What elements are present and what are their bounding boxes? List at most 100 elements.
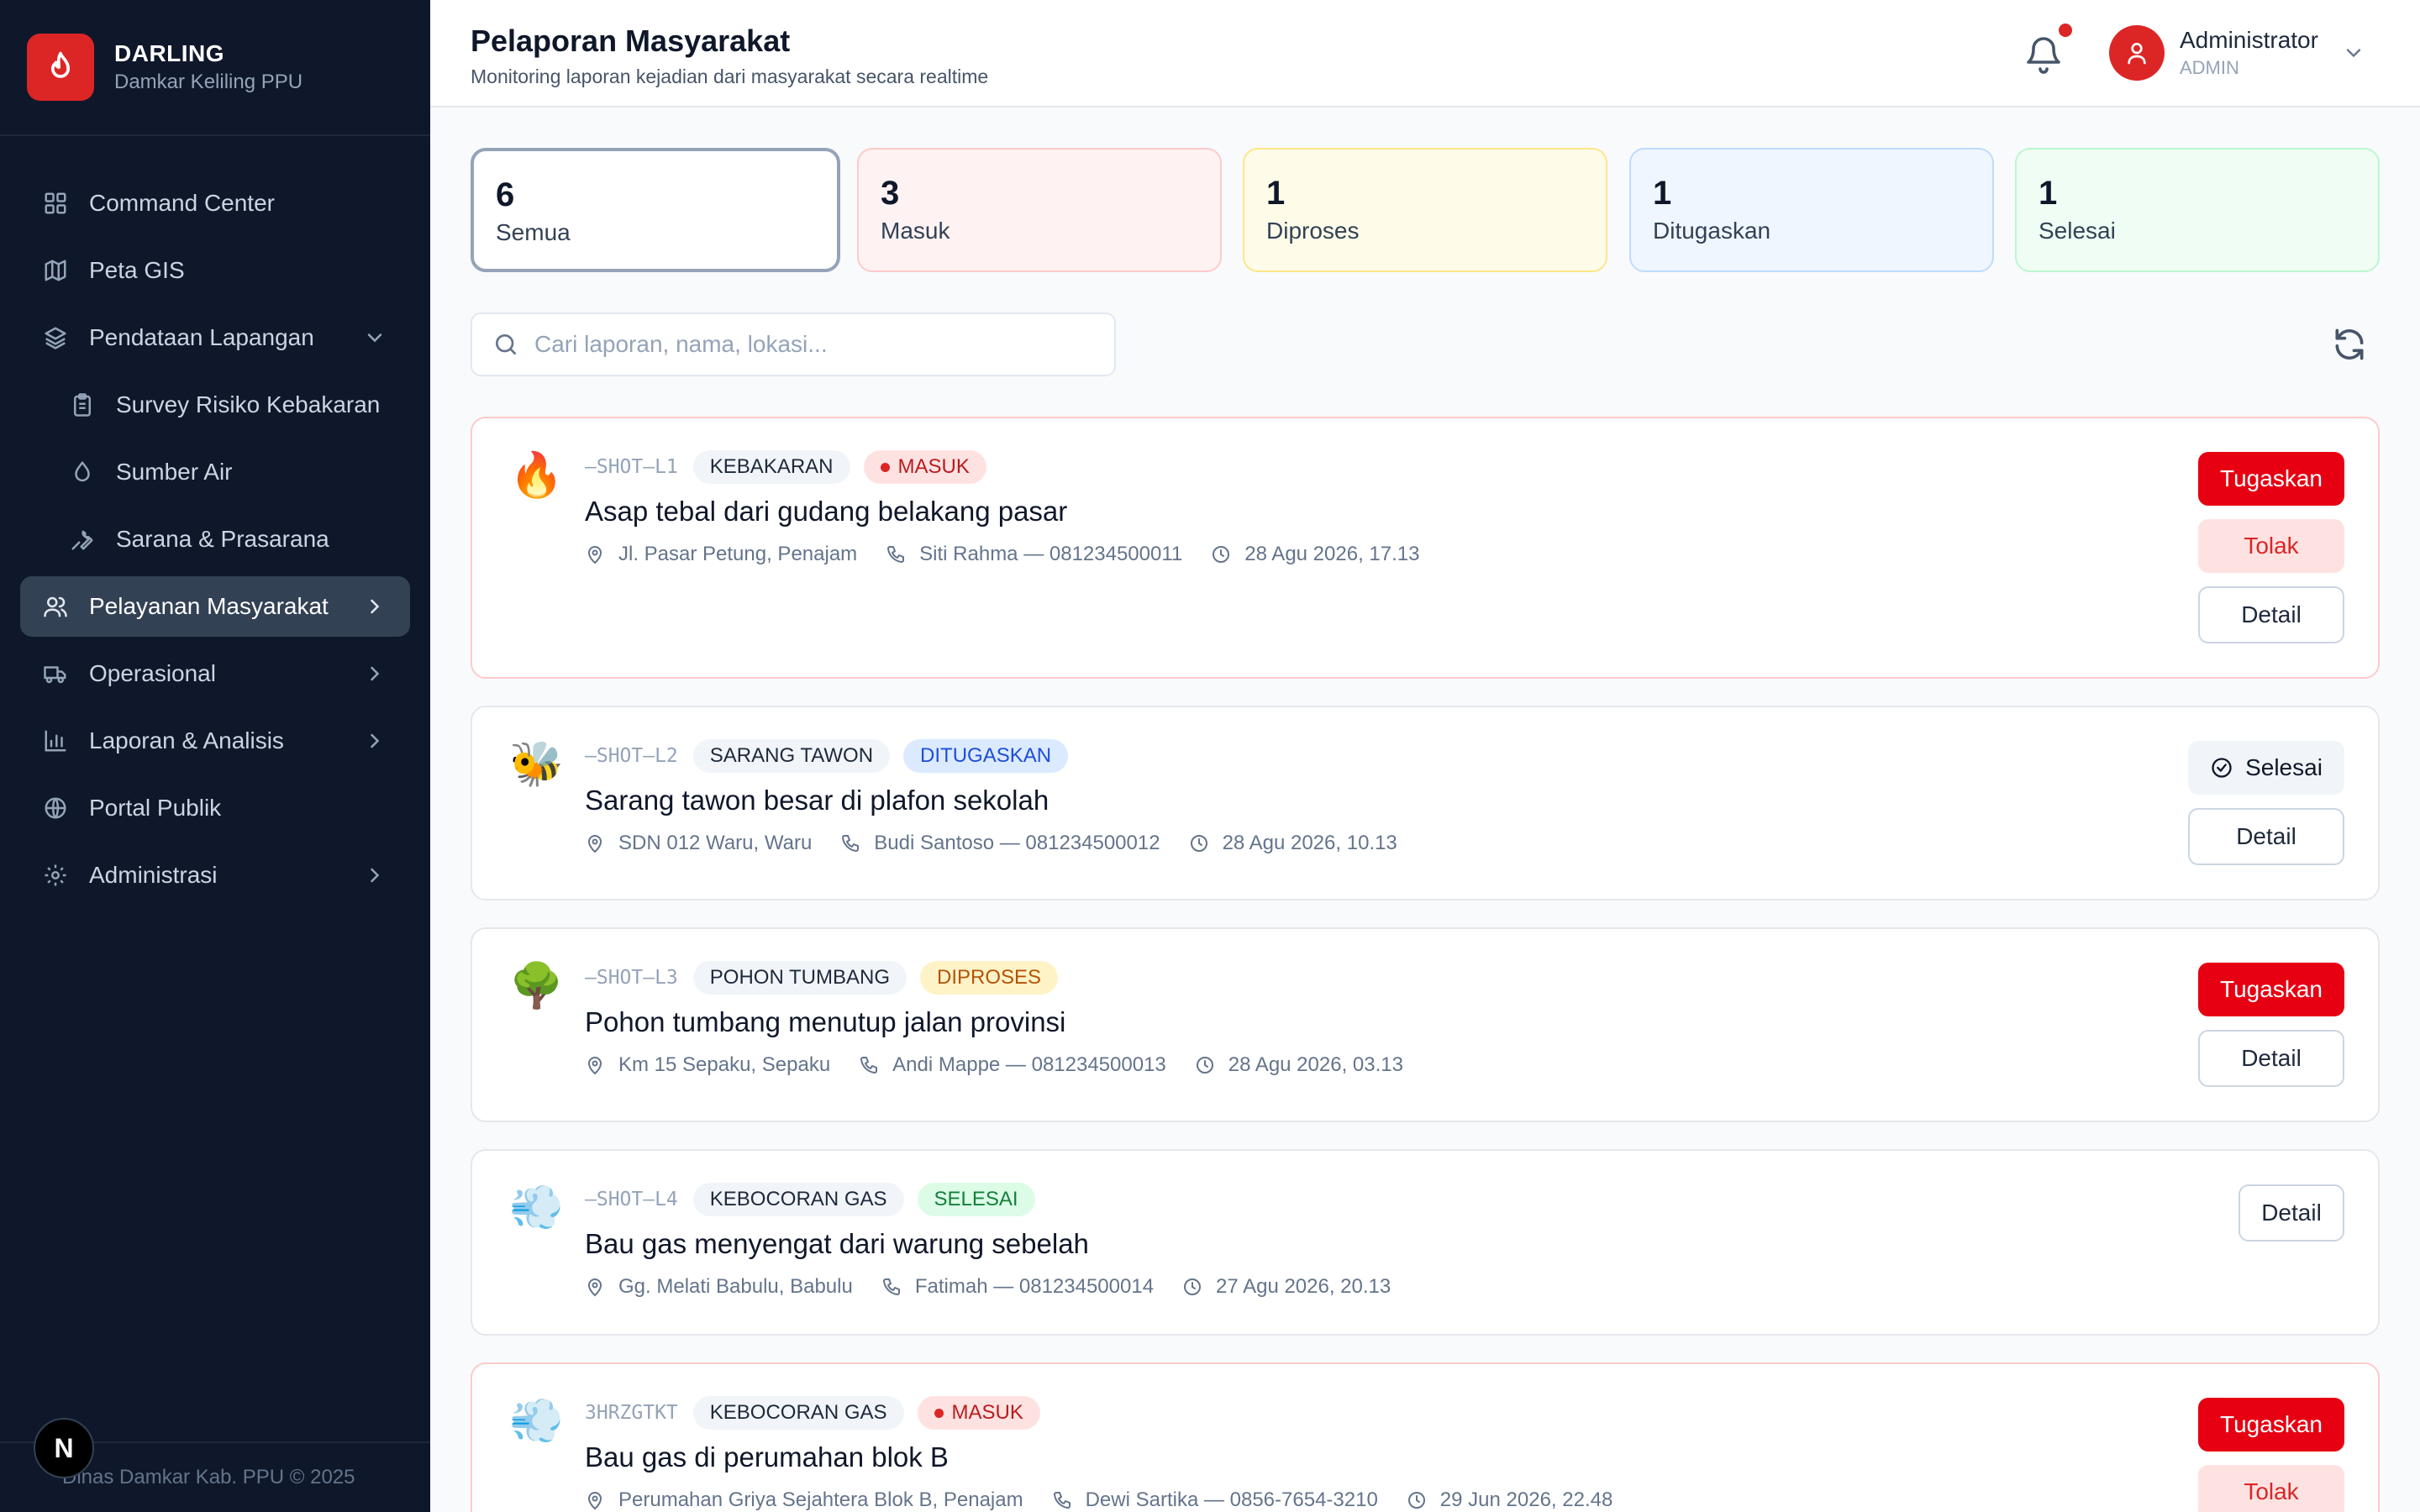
user-role: ADMIN [2180, 57, 2239, 78]
sidebar-item-label: Sumber Air [116, 459, 233, 485]
wrench-icon [69, 526, 96, 553]
bee-icon: 🐝 [509, 740, 564, 789]
clock-icon [1196, 1057, 1213, 1074]
stat-label: Diproses [1266, 218, 1360, 244]
user-name: Administrator [2180, 27, 2318, 53]
detail-button[interactable]: Detail [2198, 1030, 2344, 1087]
status-badge: MASUK [863, 450, 986, 484]
droplet-icon [69, 459, 96, 486]
search-box[interactable] [471, 312, 1116, 376]
bell-icon[interactable] [2023, 34, 2064, 74]
clock-icon [1184, 1278, 1202, 1295]
sidebar-item-survey-risiko[interactable]: Survey Risiko Kebakaran [20, 375, 410, 435]
sidebar-item-laporan-analisis[interactable]: Laporan & Analisis [20, 711, 410, 771]
sidebar-nav: Command Center Peta GIS Pendataan Lapang… [0, 136, 430, 906]
report-contact: Andi Mappe — 081234500013 [892, 1053, 1166, 1076]
page-title: Pelaporan Masyarakat [471, 24, 791, 58]
detail-button[interactable]: Detail [2238, 1184, 2344, 1242]
stat-label: Semua [496, 219, 571, 245]
report-contact: Fatimah — 081234500014 [914, 1275, 1155, 1298]
top-header: Pelaporan Masyarakat Monitoring laporan … [430, 0, 2420, 108]
assign-button[interactable]: Tugaskan [2198, 1398, 2344, 1452]
search-input[interactable] [534, 331, 1089, 358]
gas-cloud-icon: 💨 [509, 1397, 564, 1446]
map-pin-icon [587, 1057, 602, 1075]
globe-icon [42, 795, 69, 822]
stat-card-selesai[interactable]: 1 Selesai [2015, 148, 2380, 272]
report-card: 🔥 —SHOT—L1 KEBAKARAN MASUK Asap tebal da… [471, 417, 2380, 679]
detail-button[interactable]: Detail [2198, 586, 2344, 643]
stat-card-ditugaskan[interactable]: 1 Ditugaskan [1629, 148, 1994, 272]
stat-value: 1 [1266, 175, 1286, 212]
refresh-icon[interactable] [2331, 326, 2368, 363]
report-time: 28 Agu 2026, 10.13 [1222, 832, 1397, 854]
detail-button[interactable]: Detail [2188, 808, 2344, 865]
sidebar-item-peta-gis[interactable]: Peta GIS [20, 240, 410, 301]
sidebar-item-pendataan-lapangan[interactable]: Pendataan Lapangan [20, 307, 410, 368]
gas-cloud-icon: 💨 [509, 1184, 564, 1232]
stat-card-semua[interactable]: 6 Semua [471, 148, 840, 272]
report-card: 💨 —SHOT—L4 KEBOCORAN GAS SELESAI Bau gas… [471, 1149, 2380, 1336]
chevron-right-icon [371, 868, 380, 883]
sidebar-item-label: Pelayanan Masyarakat [89, 593, 329, 619]
map-pin-icon [587, 1492, 602, 1510]
fire-icon: 🔥 [509, 451, 564, 500]
stat-card-diproses[interactable]: 1 Diproses [1243, 148, 1607, 272]
sidebar: DARLING Damkar Keliling PPU Command Cent… [0, 0, 430, 1512]
sidebar-item-command-center[interactable]: Command Center [20, 173, 410, 234]
chevron-down-icon [2346, 49, 2361, 58]
status-text: MASUK [951, 1401, 1023, 1424]
user-avatar-icon [2109, 25, 2165, 81]
sidebar-item-sumber-air[interactable]: Sumber Air [20, 442, 410, 502]
layers-icon [42, 324, 69, 351]
report-code: 3HRZGTKT [585, 1402, 678, 1424]
dev-tools-button[interactable]: N [34, 1418, 94, 1478]
stat-value: 6 [496, 176, 515, 213]
sidebar-item-administrasi[interactable]: Administrasi [20, 845, 410, 906]
brand[interactable]: DARLING Damkar Keliling PPU [0, 0, 430, 136]
chevron-right-icon [371, 666, 380, 681]
complete-button[interactable]: Selesai [2188, 741, 2344, 795]
phone-icon [887, 546, 905, 563]
report-card: 🌳 —SHOT—L3 POHON TUMBANG DIPROSES Pohon … [471, 927, 2380, 1122]
map-pin-icon [587, 835, 602, 853]
sidebar-item-sarana-prasarana[interactable]: Sarana & Prasarana [20, 509, 410, 570]
sidebar-item-operasional[interactable]: Operasional [20, 643, 410, 704]
type-badge: KEBOCORAN GAS [692, 1396, 904, 1430]
report-time: 28 Agu 2026, 03.13 [1228, 1053, 1403, 1076]
assign-button[interactable]: Tugaskan [2198, 452, 2344, 506]
chevron-down-icon [367, 333, 382, 343]
user-menu[interactable]: Administrator ADMIN [2109, 25, 2365, 81]
type-badge: SARANG TAWON [692, 739, 891, 773]
stat-value: 3 [881, 175, 900, 212]
report-contact: Budi Santoso — 081234500012 [874, 832, 1160, 854]
notification-dot [2059, 24, 2072, 37]
report-location: Gg. Melati Babulu, Babulu [618, 1275, 853, 1298]
assign-button[interactable]: Tugaskan [2198, 963, 2344, 1016]
reject-button[interactable]: Tolak [2198, 519, 2344, 573]
stat-card-masuk[interactable]: 3 Masuk [857, 148, 1222, 272]
chevron-right-icon [371, 599, 380, 614]
sidebar-item-label: Command Center [89, 190, 275, 216]
phone-icon [860, 1057, 878, 1074]
report-code: —SHOT—L1 [585, 456, 678, 478]
stat-value: 1 [1653, 175, 1672, 212]
truck-icon [42, 660, 69, 687]
map-pin-icon [587, 1278, 602, 1297]
report-title: Pohon tumbang menutup jalan provinsi [585, 1006, 1066, 1037]
tree-icon: 🌳 [509, 962, 564, 1011]
sidebar-item-label: Peta GIS [89, 257, 185, 283]
report-card: 💨 3HRZGTKT KEBOCORAN GAS MASUK Bau gas d… [471, 1362, 2380, 1512]
report-time: 28 Agu 2026, 17.13 [1244, 543, 1420, 565]
sidebar-item-label: Pendataan Lapangan [89, 324, 314, 350]
report-time: 27 Agu 2026, 20.13 [1216, 1275, 1392, 1298]
status-dot [934, 1408, 944, 1418]
sidebar-item-label: Sarana & Prasarana [116, 526, 329, 552]
report-contact: Dewi Sartika — 0856-7654-3210 [1085, 1488, 1378, 1511]
phone-icon [882, 1278, 900, 1295]
sidebar-item-pelayanan-masyarakat[interactable]: Pelayanan Masyarakat [20, 576, 410, 637]
report-code: —SHOT—L2 [585, 745, 678, 767]
chevron-right-icon [371, 733, 380, 748]
reject-button[interactable]: Tolak [2198, 1465, 2344, 1512]
sidebar-item-portal-publik[interactable]: Portal Publik [20, 778, 410, 838]
